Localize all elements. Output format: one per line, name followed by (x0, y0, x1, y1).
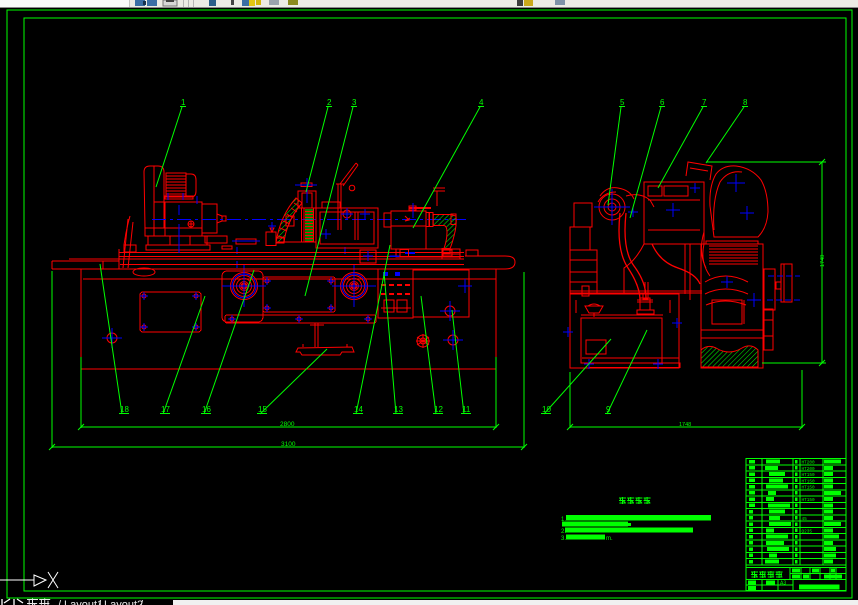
svg-text:HT200: HT200 (802, 461, 816, 466)
svg-text:3.: 3. (561, 536, 566, 542)
svg-text:14: 14 (354, 405, 363, 414)
svg-text:3100: 3100 (281, 441, 296, 448)
svg-text:1748: 1748 (679, 422, 691, 428)
svg-text:Q235: Q235 (802, 529, 813, 534)
svg-text:2800: 2800 (280, 421, 295, 428)
svg-text:A3: A3 (780, 581, 786, 587)
svg-text:15: 15 (258, 405, 267, 414)
svg-text:HT200: HT200 (802, 467, 816, 472)
svg-text:10: 10 (542, 405, 551, 414)
svg-text:7: 7 (702, 98, 707, 107)
svg-text:Layout2: Layout2 (104, 599, 143, 605)
svg-text:HT150: HT150 (802, 486, 816, 491)
svg-text:1: 1 (181, 98, 186, 107)
svg-text:6: 6 (660, 98, 665, 107)
svg-text:45: 45 (802, 517, 808, 522)
svg-text:2: 2 (327, 98, 332, 107)
svg-text:3: 3 (352, 98, 357, 107)
svg-text:1748: 1748 (820, 255, 826, 267)
svg-text:2.: 2. (561, 529, 566, 535)
svg-text:5: 5 (620, 98, 625, 107)
svg-text:HT150: HT150 (802, 498, 816, 503)
svg-text:HT150: HT150 (802, 473, 816, 478)
svg-text:m.: m. (606, 536, 613, 542)
svg-text:4: 4 (479, 98, 484, 107)
svg-text:HT150: HT150 (802, 479, 816, 484)
svg-text:8: 8 (743, 98, 748, 107)
